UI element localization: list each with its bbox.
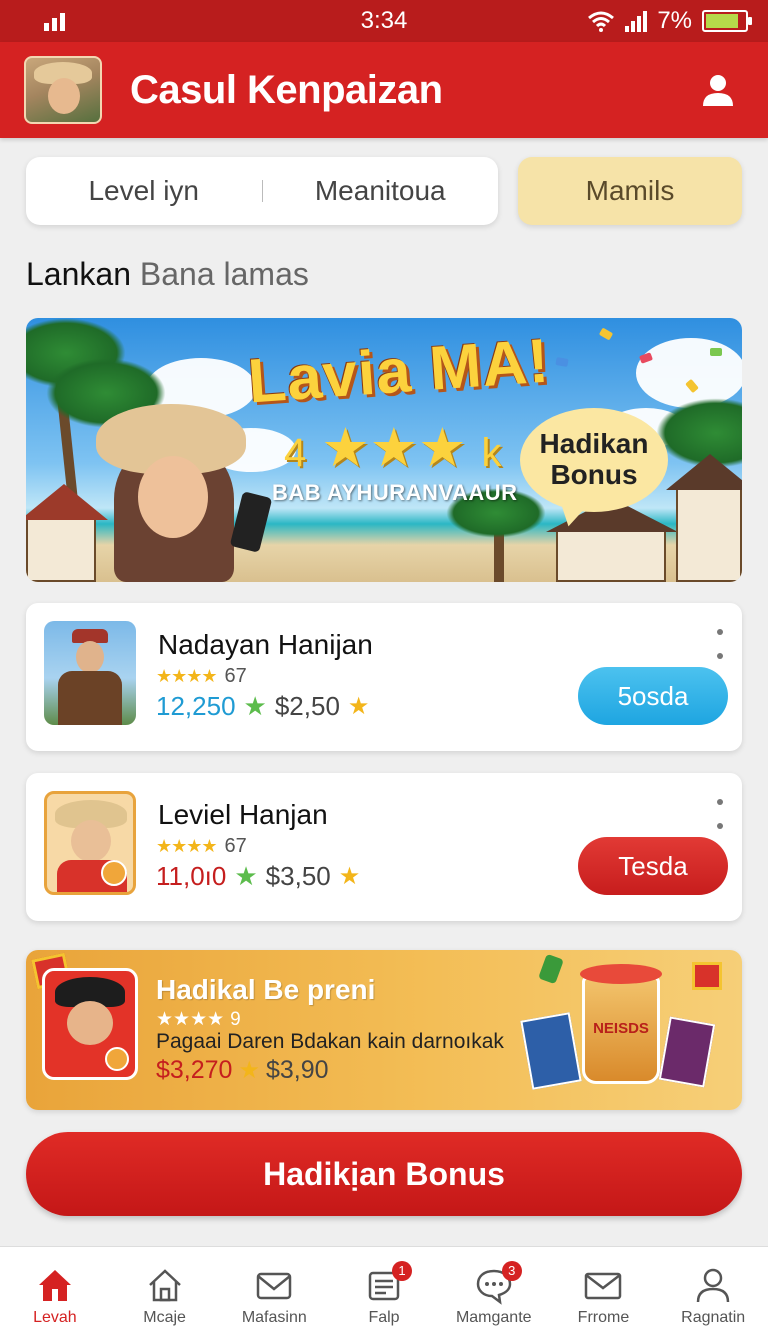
bonus-cta-button[interactable]: Hadikịan Bonus: [26, 1132, 742, 1216]
nav-item-frrome[interactable]: Frrome: [549, 1247, 659, 1344]
notification-badge: 3: [501, 1260, 522, 1281]
bottom-nav: Levah Mcaje Mafasinn 1 Falp 3 Mamgante F…: [0, 1246, 768, 1344]
bubble-line-2: Bonus: [550, 459, 638, 490]
house-outline-icon: [148, 1268, 181, 1301]
more-options-icon[interactable]: [714, 799, 726, 829]
card-stats: 12,250 ★ $2,50 ★: [156, 691, 369, 722]
rating-count: 9: [230, 1008, 241, 1030]
banner-side-left: 4: [284, 431, 307, 475]
battery-percent: 7%: [657, 7, 692, 34]
banner-person-image: [86, 404, 286, 582]
envelope-icon: [585, 1272, 622, 1299]
nav-label: Falp: [368, 1308, 400, 1326]
bubble-line-1: Hadikan: [539, 428, 649, 460]
more-options-icon[interactable]: [714, 629, 726, 659]
green-star-icon: ★: [243, 691, 267, 721]
battery-level: [706, 14, 738, 28]
gold-star-icon: ★: [338, 863, 361, 890]
list-item[interactable]: Nadayan Hanijan ★★★★ 67 12,250 ★ $2,50 ★…: [26, 603, 742, 751]
wifi-icon: [588, 11, 615, 32]
rating-stars-icon: ★★★★: [156, 666, 218, 686]
profile-icon: [696, 1268, 730, 1302]
nav-item-mamgante[interactable]: 3 Mamgante: [439, 1247, 549, 1344]
star-icon: ★★★: [321, 418, 467, 478]
nav-item-mafasinn[interactable]: Mafasinn: [219, 1247, 329, 1344]
nav-label: Mamgante: [455, 1308, 532, 1326]
nav-label: Mcaje: [143, 1308, 186, 1326]
card-name: Leviel Hanjan: [158, 799, 328, 830]
header-avatar[interactable]: [24, 56, 102, 124]
user-icon: [703, 75, 733, 106]
cell-signal-icon: [625, 10, 648, 32]
status-bar: 3:34 7%: [0, 0, 768, 42]
promo-card[interactable]: Hadikal Be preni ★★★★ 9 Pagaai Daren Bda…: [26, 950, 742, 1110]
nav-item-falp[interactable]: 1 Falp: [329, 1247, 439, 1344]
signal-icon: [44, 11, 65, 31]
promo-description: Pagaai Daren Bdakan kain darnoıkak: [156, 1030, 504, 1053]
section-title: Lankan Bana lamas: [26, 256, 309, 293]
promo-thumbnail: [42, 968, 138, 1080]
card-price: $3,50: [265, 861, 331, 891]
promo-amount: $3,270: [156, 1056, 233, 1084]
profile-button[interactable]: [692, 64, 744, 116]
banner-headline: Lavia MA!: [245, 326, 552, 417]
nav-item-levah[interactable]: Levah: [0, 1247, 110, 1344]
list-item[interactable]: Leviel Hanjan ★★★★ 67 11,0ı0 ★ $3,50 ★ T…: [26, 773, 742, 921]
card-rating: ★★★★ 67: [156, 835, 247, 858]
nav-item-mcaje[interactable]: Mcaje: [110, 1247, 220, 1344]
card-thumbnail: [44, 621, 136, 725]
promo-title: Hadikal Be preni: [156, 974, 376, 1005]
banner-stars: 4 ★★★ k: [284, 416, 502, 479]
nav-item-ragnatin[interactable]: Ragnatin: [658, 1247, 768, 1344]
section-title-primary: Lankan: [26, 256, 131, 292]
card-thumbnail: [44, 791, 136, 895]
card-amount: 11,0ı0: [156, 861, 227, 891]
bonus-bubble[interactable]: Hadikan Bonus: [520, 408, 668, 512]
nav-label: Levah: [33, 1308, 77, 1326]
card-price: $2,50: [274, 691, 340, 721]
cup-label: NEISDS: [593, 1020, 649, 1037]
segmented-tabs: Level iyn Meanitoua: [26, 157, 498, 225]
promo-price: $3,90: [265, 1056, 329, 1084]
tab-level[interactable]: Level iyn: [26, 175, 262, 207]
card-stats: 11,0ı0 ★ $3,50 ★: [156, 861, 360, 892]
card-action-button[interactable]: 5osda: [578, 667, 728, 725]
rating-stars-icon: ★★★★: [156, 836, 218, 856]
battery-icon: [702, 10, 752, 32]
card-amount: 12,250: [156, 691, 236, 721]
app-title: Casul Kenpaizan: [130, 67, 443, 112]
home-icon: [38, 1269, 71, 1301]
section-title-secondary: Bana lamas: [139, 256, 309, 292]
promo-banner[interactable]: Lavia MA! 4 ★★★ k BAB AYHURANVAAUR Hadik…: [26, 318, 742, 582]
card-rating: ★★★★ 67: [156, 665, 247, 688]
promo-rating: ★★★★ 9: [156, 1008, 241, 1031]
banner-subtitle: BAB AYHURANVAAUR: [272, 480, 518, 505]
notification-badge: 1: [392, 1260, 413, 1281]
promo-stats: $3,270 ★ $3,90: [156, 1056, 329, 1085]
nav-label: Mafasinn: [241, 1308, 307, 1326]
promo-product-image: NEISDS: [502, 953, 732, 1106]
mail-heart-icon: [257, 1272, 292, 1299]
filter-chip[interactable]: Mamils: [518, 157, 742, 225]
rating-count: 67: [224, 665, 247, 687]
rating-stars-icon: ★★★★: [156, 1009, 225, 1030]
gift-icon: [692, 962, 722, 990]
gold-star-icon: ★: [238, 1057, 260, 1084]
banner-side-right: k: [481, 431, 502, 475]
card-name: Nadayan Hanijan: [158, 629, 373, 660]
card-action-button[interactable]: Tesda: [578, 837, 728, 895]
app-header: Casul Kenpaizan: [0, 42, 768, 138]
nav-label: Ragnatin: [681, 1308, 746, 1326]
tab-meanitoua[interactable]: Meanitoua: [263, 175, 499, 207]
green-star-icon: ★: [234, 861, 258, 891]
nav-label: Frrome: [577, 1308, 630, 1326]
rating-count: 67: [224, 835, 247, 857]
gold-star-icon: ★: [347, 693, 370, 720]
